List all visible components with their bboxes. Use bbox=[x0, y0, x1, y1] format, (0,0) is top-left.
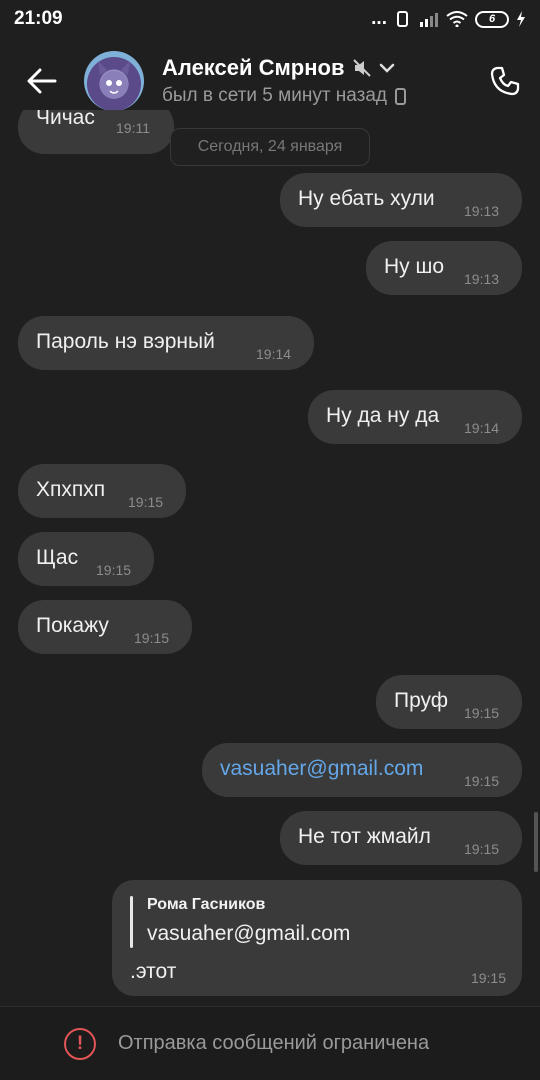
message-time: 19:15 bbox=[134, 630, 170, 646]
more-dots-icon: ... bbox=[371, 8, 387, 29]
message-text: Покажу bbox=[36, 614, 109, 637]
message-time: 19:15 bbox=[470, 970, 506, 986]
reply-message[interactable]: Рома Гасников vasuaher@gmail.com .этот 1… bbox=[112, 880, 522, 996]
message-time: 19:14 bbox=[256, 346, 292, 362]
message-time: 19:11 bbox=[116, 120, 150, 136]
status-icons: ... 6 bbox=[371, 8, 526, 30]
message-time: 19:15 bbox=[128, 494, 164, 510]
contact-name: Алексей Смрнов bbox=[162, 55, 345, 80]
mobile-device-icon bbox=[395, 87, 407, 105]
message-time: 19:15 bbox=[96, 562, 132, 578]
message-outgoing[interactable]: Ну шо 19:13 bbox=[366, 241, 522, 295]
warning-icon: ! bbox=[64, 1027, 96, 1060]
quoted-author[interactable]: Рома Гасников bbox=[147, 896, 265, 914]
avatar[interactable] bbox=[84, 51, 144, 111]
message-text: Ну ебать хули bbox=[298, 187, 435, 210]
date-divider: Сегодня, 24 января bbox=[170, 128, 370, 166]
restriction-text: Отправка сообщений ограничена bbox=[118, 1032, 430, 1054]
call-button[interactable] bbox=[470, 65, 540, 97]
scrollbar[interactable] bbox=[534, 812, 538, 872]
charging-icon bbox=[517, 11, 525, 27]
message-incoming[interactable]: Покажу 19:15 bbox=[18, 600, 192, 654]
chevron-down-icon[interactable] bbox=[379, 62, 395, 74]
message-text: Ну да ну да bbox=[326, 404, 440, 427]
message-text: Щас bbox=[36, 546, 79, 569]
message-text: Пароль нэ вэрный bbox=[36, 330, 215, 353]
muted-icon bbox=[352, 59, 371, 77]
message-incoming[interactable]: Хпхпхп 19:15 bbox=[18, 464, 186, 518]
last-seen-status: был в сети 5 минут назад bbox=[162, 85, 388, 106]
message-incoming[interactable]: Щас 19:15 bbox=[18, 532, 154, 586]
screen-rotate-icon bbox=[397, 11, 408, 27]
quoted-text[interactable]: vasuaher@gmail.com bbox=[147, 922, 350, 946]
signal-icon bbox=[420, 13, 438, 27]
message-incoming[interactable]: Чичас 19:11 bbox=[18, 110, 174, 154]
message-text: .этот bbox=[130, 960, 177, 983]
clock: 21:09 bbox=[14, 8, 63, 29]
message-outgoing[interactable]: Ну ебать хули 19:13 bbox=[280, 173, 522, 227]
back-button[interactable] bbox=[0, 68, 84, 94]
message-outgoing[interactable]: Пруф 19:15 bbox=[376, 675, 522, 729]
message-time: 19:15 bbox=[464, 705, 500, 721]
quote-bar bbox=[130, 896, 133, 948]
message-outgoing[interactable]: Не тот жмайл 19:15 bbox=[280, 811, 522, 865]
battery-level: 6 bbox=[488, 13, 496, 25]
message-time: 19:15 bbox=[464, 773, 500, 789]
cat-avatar-icon bbox=[98, 61, 130, 99]
message-text: Чичас bbox=[36, 110, 95, 129]
email-link[interactable]: vasuaher@gmail.com bbox=[220, 757, 423, 781]
message-text: Хпхпхп bbox=[36, 478, 106, 501]
message-list[interactable]: Чичас 19:11 Сегодня, 24 января Ну ебать … bbox=[0, 110, 540, 1005]
message-text: Не тот жмайл bbox=[298, 825, 431, 848]
restriction-banner: ! Отправка сообщений ограничена bbox=[0, 1006, 540, 1080]
wifi-icon bbox=[446, 11, 468, 27]
message-outgoing[interactable]: vasuaher@gmail.com 19:15 bbox=[202, 743, 522, 797]
contact-info[interactable]: Алексей Смрнов был в сети 5 минут назад bbox=[162, 55, 470, 107]
message-time: 19:13 bbox=[464, 203, 500, 219]
phone-icon bbox=[490, 66, 520, 96]
message-outgoing[interactable]: Ну да ну да 19:14 bbox=[308, 390, 522, 444]
message-time: 19:13 bbox=[464, 271, 500, 287]
status-bar: 21:09 ... 6 bbox=[0, 0, 540, 38]
message-text: Пруф bbox=[394, 689, 449, 712]
message-incoming[interactable]: Пароль нэ вэрный 19:14 bbox=[18, 316, 314, 370]
message-time: 19:15 bbox=[464, 841, 500, 857]
arrow-left-icon bbox=[27, 68, 57, 94]
message-time: 19:14 bbox=[464, 420, 500, 436]
battery-icon: 6 bbox=[475, 10, 509, 28]
message-text: Ну шо bbox=[384, 255, 445, 278]
